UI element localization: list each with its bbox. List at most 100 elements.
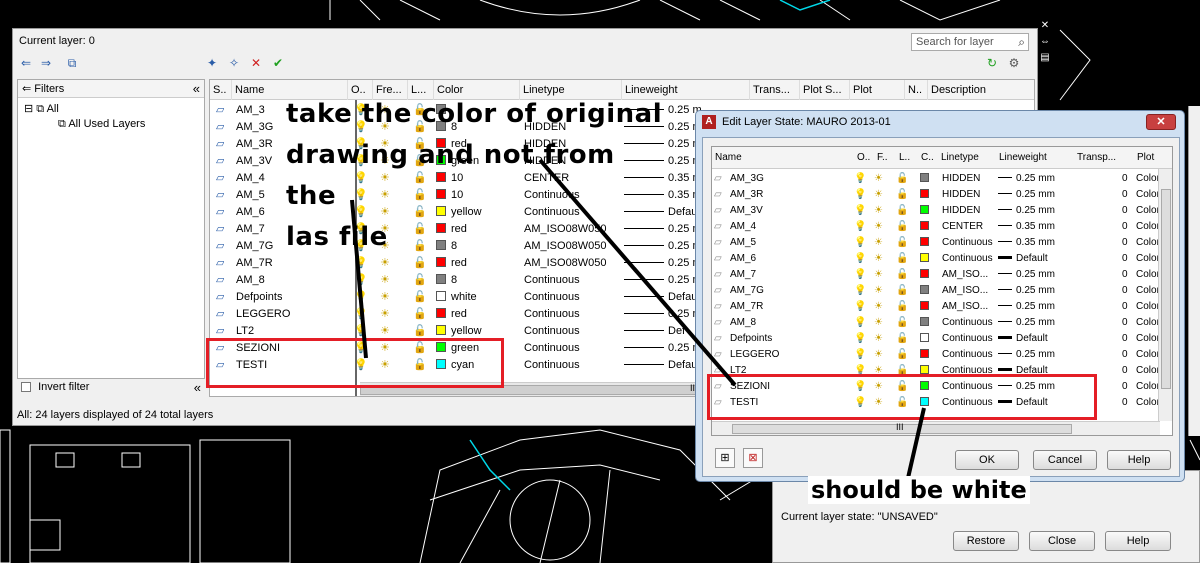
plot-style-value[interactable]: Color (1136, 315, 1160, 331)
layer-linetype[interactable]: AM_ISO... (942, 299, 988, 315)
layer-state-row[interactable]: ▱ AM_7R 💡 ☀ 🔓 AM_ISO... 0.25 mm 0 Color (712, 299, 1172, 315)
new-filter-icon[interactable]: ⇐ (17, 55, 35, 71)
freeze-sun-icon[interactable]: ☀ (874, 331, 883, 347)
transparency-value[interactable]: 0 (1122, 235, 1128, 251)
freeze-sun-icon[interactable]: ☀ (874, 299, 883, 315)
checkbox-box[interactable] (21, 382, 31, 393)
on-off-bulb-icon[interactable]: 💡 (854, 283, 866, 299)
layer-name[interactable]: Defpoints (730, 331, 772, 347)
layer-state-row[interactable]: ▱ AM_3V 💡 ☀ 🔓 HIDDEN 0.25 mm 0 Color (712, 203, 1172, 219)
tree-item-all[interactable]: ⊟ ⧉ All (24, 102, 59, 116)
layer-linetype[interactable]: Continuous (942, 235, 993, 251)
on-off-bulb-icon[interactable]: 💡 (854, 347, 866, 363)
freeze-sun-icon[interactable]: ☀ (874, 251, 883, 267)
on-off-bulb-icon[interactable]: 💡 (854, 235, 866, 251)
search-input[interactable]: Search for layer ⌕ (911, 33, 1029, 51)
layer-name[interactable]: AM_7G (730, 283, 764, 299)
lock-open-icon[interactable]: 🔓 (896, 331, 908, 347)
layer-linetype[interactable]: Continuous (524, 306, 580, 323)
plot-style-value[interactable]: Color (1136, 171, 1160, 187)
layer-state-row[interactable]: ▱ AM_7 💡 ☀ 🔓 AM_ISO... 0.25 mm 0 Color (712, 267, 1172, 283)
on-off-bulb-icon[interactable]: 💡 (854, 251, 866, 267)
layer-color[interactable] (920, 203, 934, 219)
layer-linetype[interactable]: Continuous (942, 315, 993, 331)
layer-lineweight[interactable]: 0.25 mm (998, 187, 1055, 203)
transparency-value[interactable]: 0 (1122, 347, 1128, 363)
transparency-value[interactable]: 0 (1122, 283, 1128, 299)
layer-name[interactable]: AM_6 (236, 204, 265, 221)
layer-lineweight[interactable]: Default (998, 251, 1048, 267)
column-header[interactable]: O.. (854, 147, 874, 169)
column-header[interactable]: F.. (874, 147, 896, 169)
freeze-sun-icon[interactable]: ☀ (380, 306, 390, 323)
properties-icon[interactable]: ▤ (1038, 52, 1052, 68)
plot-style-value[interactable]: Color (1136, 235, 1160, 251)
layer-name[interactable]: AM_3R (730, 187, 763, 203)
horizontal-scrollbar[interactable]: III (712, 421, 1160, 435)
layer-name[interactable]: AM_8 (236, 272, 265, 289)
on-off-bulb-icon[interactable]: 💡 (854, 267, 866, 283)
transparency-value[interactable]: 0 (1122, 299, 1128, 315)
lock-open-icon[interactable]: 🔓 (413, 306, 427, 323)
on-off-bulb-icon[interactable]: 💡 (854, 299, 866, 315)
layer-color[interactable] (920, 171, 934, 187)
transparency-value[interactable]: 0 (1122, 251, 1128, 267)
transparency-value[interactable]: 0 (1122, 395, 1128, 411)
layer-linetype[interactable]: Continuous (524, 340, 580, 357)
column-header[interactable]: Plot S... (800, 80, 850, 100)
set-current-icon[interactable]: ✔ (269, 55, 287, 71)
layer-linetype[interactable]: Continuous (524, 357, 580, 374)
column-header[interactable]: Lineweight (996, 147, 1074, 169)
lock-open-icon[interactable]: 🔓 (896, 219, 908, 235)
lock-open-icon[interactable]: 🔓 (896, 251, 908, 267)
layer-name[interactable]: AM_7 (236, 221, 265, 238)
column-header[interactable]: C.. (918, 147, 938, 169)
lock-open-icon[interactable]: 🔓 (896, 187, 908, 203)
freeze-sun-icon[interactable]: ☀ (874, 187, 883, 203)
layer-name[interactable]: AM_3R (236, 136, 273, 153)
plot-style-value[interactable]: Color (1136, 203, 1160, 219)
layer-lineweight[interactable]: 0.25 m (624, 340, 702, 357)
tree-item-all-used-layers[interactable]: ⧉ All Used Layers (58, 118, 145, 131)
plot-style-value[interactable]: Color (1136, 187, 1160, 203)
help-button[interactable]: Help (1107, 450, 1171, 470)
layer-lineweight[interactable]: 0.35 mm (998, 235, 1055, 251)
layer-name[interactable]: AM_6 (730, 251, 756, 267)
plot-style-value[interactable]: Color (1136, 251, 1160, 267)
plot-style-value[interactable]: Color (1136, 283, 1160, 299)
on-off-bulb-icon[interactable]: 💡 (854, 219, 866, 235)
close-icon[interactable]: ✕ (1146, 114, 1176, 130)
collapse-filters-icon[interactable]: « (193, 81, 200, 96)
transparency-value[interactable]: 0 (1122, 363, 1128, 379)
layer-linetype[interactable]: HIDDEN (942, 171, 980, 187)
on-off-bulb-icon[interactable]: 💡 (854, 171, 866, 187)
lock-open-icon[interactable]: 🔓 (896, 315, 908, 331)
lock-open-icon[interactable]: 🔓 (896, 203, 908, 219)
layer-linetype[interactable]: Continuous (942, 251, 993, 267)
layer-name[interactable]: AM_4 (236, 170, 265, 187)
layer-lineweight[interactable]: 0.25 mm (998, 171, 1055, 187)
layer-lineweight[interactable]: 0.25 m (624, 306, 702, 323)
layer-state-row[interactable]: ▱ AM_5 💡 ☀ 🔓 Continuous 0.35 mm 0 Color (712, 235, 1172, 251)
ok-button[interactable]: OK (955, 450, 1019, 470)
lock-open-icon[interactable]: 🔓 (896, 283, 908, 299)
layer-state-icon[interactable]: ⧉ (63, 55, 81, 71)
freeze-sun-icon[interactable]: ☀ (874, 235, 883, 251)
layer-color[interactable] (920, 299, 934, 315)
freeze-sun-icon[interactable]: ☀ (874, 347, 883, 363)
column-header[interactable]: Trans... (750, 80, 800, 100)
freeze-sun-icon[interactable]: ☀ (874, 171, 883, 187)
layer-lineweight[interactable]: 0.25 mm (998, 283, 1055, 299)
column-header[interactable]: L.. (896, 147, 918, 169)
freeze-sun-icon[interactable]: ☀ (874, 315, 883, 331)
column-header[interactable]: Plot (1134, 147, 1164, 169)
layer-color[interactable] (920, 347, 934, 363)
column-header[interactable]: N.. (905, 80, 928, 100)
freeze-sun-icon[interactable]: ☀ (874, 283, 883, 299)
layer-linetype[interactable]: Continuous (524, 323, 580, 340)
layer-state-row[interactable]: ▱ AM_4 💡 ☀ 🔓 CENTER 0.35 mm 0 Color (712, 219, 1172, 235)
layer-lineweight[interactable]: Defau (624, 357, 697, 374)
layer-lineweight[interactable]: 0.35 mm (998, 219, 1055, 235)
new-group-filter-icon[interactable]: ⇒ (37, 55, 55, 71)
new-layer-icon[interactable]: ✦ (203, 55, 221, 71)
